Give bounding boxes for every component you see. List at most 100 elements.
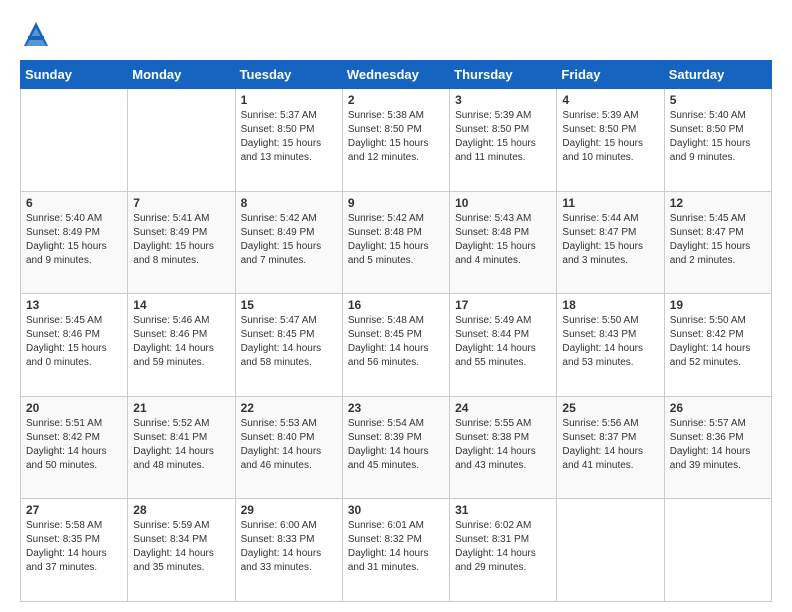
day-number: 16 <box>348 298 444 312</box>
calendar-cell: 9Sunrise: 5:42 AM Sunset: 8:48 PM Daylig… <box>342 191 449 294</box>
week-row-4: 20 Sunrise: 5:51 AM Sunset: 8:42 PM Dayli… <box>21 396 772 499</box>
calendar-cell: 25Sunrise: 5:56 AM Sunset: 8:37 PM Dayli… <box>557 396 664 499</box>
day-info: Sunrise: 5:58 AM Sunset: 8:35 PM Dayligh… <box>26 519 122 575</box>
day-number: 29 <box>241 503 337 517</box>
day-number: 11 <box>562 196 658 210</box>
day-number: 2 <box>348 93 444 107</box>
day-number: 17 <box>455 298 551 312</box>
day-info: Sunrise: 5:57 AM Sunset: 8:36 PM Dayligh… <box>670 417 766 473</box>
calendar-cell: 26 Sunrise: 5:57 AM Sunset: 8:36 PM Dayli… <box>664 396 771 499</box>
weekday-header-sunday: Sunday <box>21 61 128 89</box>
calendar-cell: 13 Sunrise: 5:45 AM Sunset: 8:46 PM Dayli… <box>21 294 128 397</box>
day-number: 26 <box>670 401 766 415</box>
day-number: 31 <box>455 503 551 517</box>
day-info: Sunrise: 5:41 AM Sunset: 8:49 PM Dayligh… <box>133 212 229 268</box>
day-info: Sunrise: 6:02 AM Sunset: 8:31 PM Dayligh… <box>455 519 551 575</box>
calendar-cell: 7 Sunrise: 5:41 AM Sunset: 8:49 PM Daylig… <box>128 191 235 294</box>
calendar-cell <box>21 89 128 192</box>
calendar-cell: 20 Sunrise: 5:51 AM Sunset: 8:42 PM Dayli… <box>21 396 128 499</box>
day-info: Sunrise: 5:46 AM Sunset: 8:46 PM Dayligh… <box>133 314 229 370</box>
day-number: 14 <box>133 298 229 312</box>
week-row-1: 1Sunrise: 5:37 AM Sunset: 8:50 PM Daylig… <box>21 89 772 192</box>
day-info: Sunrise: 5:45 AM Sunset: 8:46 PM Dayligh… <box>26 314 122 370</box>
calendar-table: SundayMondayTuesdayWednesdayThursdayFrid… <box>20 60 772 602</box>
day-info: Sunrise: 5:38 AM Sunset: 8:50 PM Dayligh… <box>348 109 444 165</box>
day-number: 18 <box>562 298 658 312</box>
day-info: Sunrise: 5:50 AM Sunset: 8:42 PM Dayligh… <box>670 314 766 370</box>
day-number: 21 <box>133 401 229 415</box>
day-number: 24 <box>455 401 551 415</box>
day-info: Sunrise: 5:44 AM Sunset: 8:47 PM Dayligh… <box>562 212 658 268</box>
weekday-header-tuesday: Tuesday <box>235 61 342 89</box>
day-info: Sunrise: 5:40 AM Sunset: 8:50 PM Dayligh… <box>670 109 766 165</box>
day-info: Sunrise: 6:00 AM Sunset: 8:33 PM Dayligh… <box>241 519 337 575</box>
calendar-cell: 19Sunrise: 5:50 AM Sunset: 8:42 PM Dayli… <box>664 294 771 397</box>
day-info: Sunrise: 5:40 AM Sunset: 8:49 PM Dayligh… <box>26 212 122 268</box>
day-number: 5 <box>670 93 766 107</box>
day-number: 15 <box>241 298 337 312</box>
day-number: 10 <box>455 196 551 210</box>
calendar-cell: 3Sunrise: 5:39 AM Sunset: 8:50 PM Daylig… <box>450 89 557 192</box>
page: SundayMondayTuesdayWednesdayThursdayFrid… <box>0 0 792 612</box>
day-number: 13 <box>26 298 122 312</box>
week-row-5: 27 Sunrise: 5:58 AM Sunset: 8:35 PM Dayli… <box>21 499 772 602</box>
day-number: 28 <box>133 503 229 517</box>
calendar-cell: 18 Sunrise: 5:50 AM Sunset: 8:43 PM Dayli… <box>557 294 664 397</box>
day-info: Sunrise: 5:59 AM Sunset: 8:34 PM Dayligh… <box>133 519 229 575</box>
logo-icon <box>20 18 52 50</box>
calendar-cell: 24 Sunrise: 5:55 AM Sunset: 8:38 PM Dayli… <box>450 396 557 499</box>
day-info: Sunrise: 5:43 AM Sunset: 8:48 PM Dayligh… <box>455 212 551 268</box>
weekday-header-row: SundayMondayTuesdayWednesdayThursdayFrid… <box>21 61 772 89</box>
calendar-cell: 6 Sunrise: 5:40 AM Sunset: 8:49 PM Daylig… <box>21 191 128 294</box>
day-info: Sunrise: 5:55 AM Sunset: 8:38 PM Dayligh… <box>455 417 551 473</box>
weekday-header-thursday: Thursday <box>450 61 557 89</box>
day-info: Sunrise: 5:47 AM Sunset: 8:45 PM Dayligh… <box>241 314 337 370</box>
day-info: Sunrise: 5:50 AM Sunset: 8:43 PM Dayligh… <box>562 314 658 370</box>
calendar-cell: 31 Sunrise: 6:02 AM Sunset: 8:31 PM Dayli… <box>450 499 557 602</box>
calendar-cell <box>557 499 664 602</box>
calendar-cell <box>128 89 235 192</box>
calendar-cell: 2 Sunrise: 5:38 AM Sunset: 8:50 PM Daylig… <box>342 89 449 192</box>
header <box>20 18 772 50</box>
logo <box>20 18 56 50</box>
calendar-cell: 12Sunrise: 5:45 AM Sunset: 8:47 PM Dayli… <box>664 191 771 294</box>
calendar-cell: 10 Sunrise: 5:43 AM Sunset: 8:48 PM Dayli… <box>450 191 557 294</box>
day-number: 4 <box>562 93 658 107</box>
weekday-header-monday: Monday <box>128 61 235 89</box>
day-number: 20 <box>26 401 122 415</box>
weekday-header-friday: Friday <box>557 61 664 89</box>
calendar-cell: 22 Sunrise: 5:53 AM Sunset: 8:40 PM Dayli… <box>235 396 342 499</box>
day-number: 6 <box>26 196 122 210</box>
day-info: Sunrise: 5:39 AM Sunset: 8:50 PM Dayligh… <box>562 109 658 165</box>
weekday-header-wednesday: Wednesday <box>342 61 449 89</box>
day-info: Sunrise: 5:42 AM Sunset: 8:48 PM Dayligh… <box>348 212 444 268</box>
day-number: 30 <box>348 503 444 517</box>
week-row-2: 6 Sunrise: 5:40 AM Sunset: 8:49 PM Daylig… <box>21 191 772 294</box>
calendar-cell: 15 Sunrise: 5:47 AM Sunset: 8:45 PM Dayli… <box>235 294 342 397</box>
day-number: 23 <box>348 401 444 415</box>
day-info: Sunrise: 5:42 AM Sunset: 8:49 PM Dayligh… <box>241 212 337 268</box>
day-info: Sunrise: 5:53 AM Sunset: 8:40 PM Dayligh… <box>241 417 337 473</box>
day-number: 22 <box>241 401 337 415</box>
calendar-cell: 4 Sunrise: 5:39 AM Sunset: 8:50 PM Daylig… <box>557 89 664 192</box>
day-info: Sunrise: 5:48 AM Sunset: 8:45 PM Dayligh… <box>348 314 444 370</box>
calendar-cell: 8 Sunrise: 5:42 AM Sunset: 8:49 PM Daylig… <box>235 191 342 294</box>
day-info: Sunrise: 5:54 AM Sunset: 8:39 PM Dayligh… <box>348 417 444 473</box>
calendar-cell: 27 Sunrise: 5:58 AM Sunset: 8:35 PM Dayli… <box>21 499 128 602</box>
calendar-cell: 16 Sunrise: 5:48 AM Sunset: 8:45 PM Dayli… <box>342 294 449 397</box>
day-number: 27 <box>26 503 122 517</box>
day-info: Sunrise: 5:39 AM Sunset: 8:50 PM Dayligh… <box>455 109 551 165</box>
day-number: 8 <box>241 196 337 210</box>
day-info: Sunrise: 5:51 AM Sunset: 8:42 PM Dayligh… <box>26 417 122 473</box>
calendar-cell: 29 Sunrise: 6:00 AM Sunset: 8:33 PM Dayli… <box>235 499 342 602</box>
calendar-cell: 14 Sunrise: 5:46 AM Sunset: 8:46 PM Dayli… <box>128 294 235 397</box>
calendar-cell: 28 Sunrise: 5:59 AM Sunset: 8:34 PM Dayli… <box>128 499 235 602</box>
calendar-cell: 1Sunrise: 5:37 AM Sunset: 8:50 PM Daylig… <box>235 89 342 192</box>
calendar-cell <box>664 499 771 602</box>
day-info: Sunrise: 5:45 AM Sunset: 8:47 PM Dayligh… <box>670 212 766 268</box>
day-info: Sunrise: 5:52 AM Sunset: 8:41 PM Dayligh… <box>133 417 229 473</box>
calendar-cell: 11 Sunrise: 5:44 AM Sunset: 8:47 PM Dayli… <box>557 191 664 294</box>
day-number: 7 <box>133 196 229 210</box>
calendar-cell: 17Sunrise: 5:49 AM Sunset: 8:44 PM Dayli… <box>450 294 557 397</box>
calendar-cell: 30Sunrise: 6:01 AM Sunset: 8:32 PM Dayli… <box>342 499 449 602</box>
